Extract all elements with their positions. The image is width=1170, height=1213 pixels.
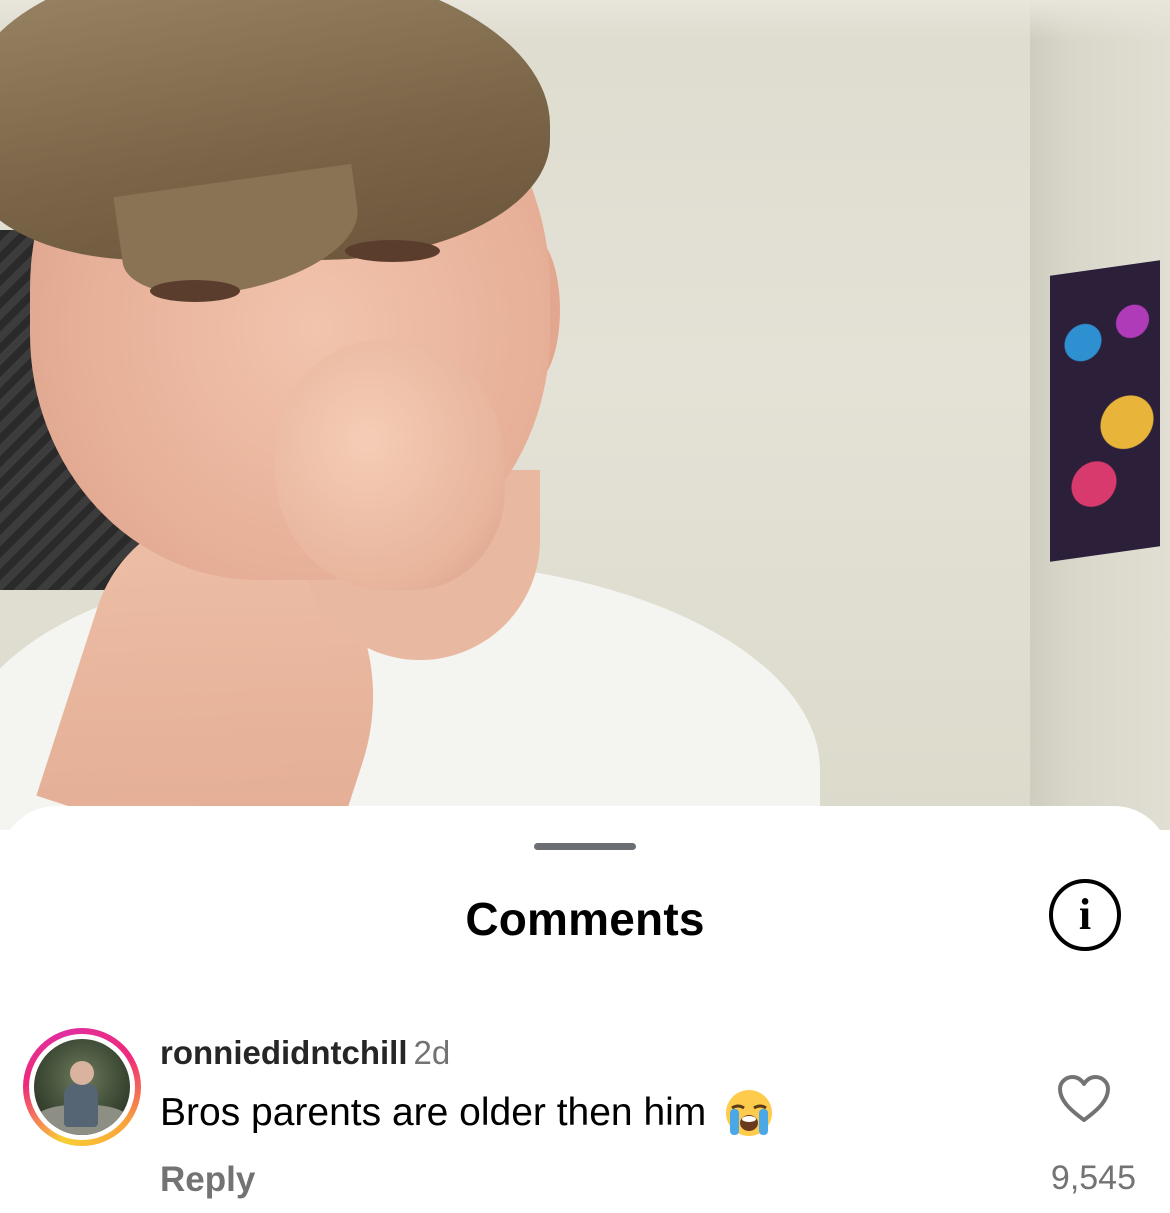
sheet-title: Comments — [465, 893, 705, 945]
screen: Comments i ronniedidntchill 2d Bros paren… — [0, 0, 1170, 1213]
comments-sheet: Comments i ronniedidntchill 2d Bros paren… — [0, 806, 1170, 1213]
info-glyph: i — [1078, 890, 1092, 939]
comment-author[interactable]: ronniedidntchill 2d — [160, 1034, 450, 1072]
comment-timestamp: 2d — [413, 1034, 451, 1071]
subject-fist — [275, 340, 505, 590]
username[interactable]: ronniedidntchill — [160, 1034, 407, 1071]
avatar[interactable] — [23, 1028, 141, 1146]
reply-button[interactable]: Reply — [160, 1160, 255, 1200]
info-icon[interactable]: i — [1049, 879, 1121, 951]
comment-text: Bros parents are older then him — [160, 1091, 707, 1134]
wall-painting — [1050, 260, 1160, 562]
sheet-grabber[interactable] — [534, 843, 636, 850]
comment-item: ronniedidntchill 2d Bros parents are olde… — [0, 1016, 1170, 1213]
subject-eye-right — [345, 240, 440, 262]
subject-eye-left — [150, 280, 240, 302]
video-player[interactable] — [0, 0, 1170, 830]
like-count: 9,545 — [1050, 1159, 1136, 1197]
loudly-crying-face-emoji — [726, 1090, 773, 1136]
avatar-photo — [34, 1039, 130, 1135]
comment-body: Bros parents are older then him — [160, 1088, 774, 1138]
heart-outline-icon[interactable] — [1057, 1074, 1111, 1124]
